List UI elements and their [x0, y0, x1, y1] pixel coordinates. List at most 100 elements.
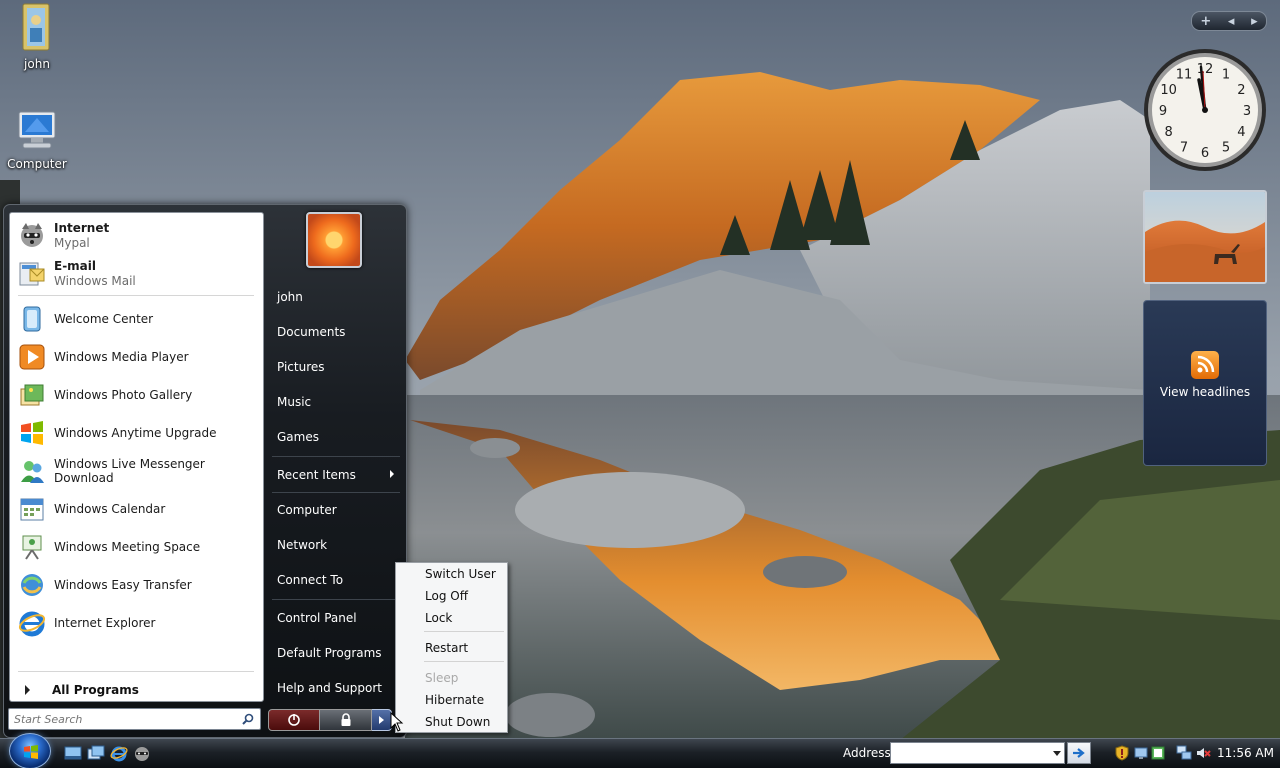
right-item-pictures[interactable]: Pictures	[270, 352, 400, 382]
menu-item-switch-user[interactable]: Switch User	[399, 563, 504, 585]
tray-monitor-icon[interactable]	[1134, 745, 1150, 761]
pinned-email[interactable]: E-mail Windows Mail	[13, 255, 260, 291]
program-label: Windows Live Messenger Download	[54, 457, 205, 485]
feed-headlines-gadget[interactable]: View headlines	[1143, 300, 1267, 466]
right-item-default-programs[interactable]: Default Programs	[270, 638, 400, 668]
program-windows-easy-transfer[interactable]: Windows Easy Transfer	[13, 567, 260, 603]
programs-separator	[18, 671, 254, 672]
clock-numeral: 2	[1237, 83, 1245, 98]
power-options-menu: Switch User Log Off Lock Restart Sleep H…	[395, 562, 508, 733]
lock-icon	[341, 713, 350, 726]
pinned-internet[interactable]: Internet Mypal	[13, 217, 260, 253]
clock-numeral: 4	[1237, 125, 1245, 140]
right-item-help-and-support[interactable]: Help and Support	[270, 673, 400, 703]
mail-icon	[18, 259, 46, 287]
start-button[interactable]	[9, 733, 51, 768]
clock-numeral: 11	[1176, 68, 1193, 83]
start-search-input[interactable]	[9, 709, 229, 729]
raccoon-browser-icon[interactable]	[133, 744, 151, 762]
clock-numeral: 10	[1160, 83, 1177, 98]
program-label: Internet Explorer	[54, 616, 156, 630]
internet-explorer-icon[interactable]	[110, 744, 128, 762]
calendar-icon	[18, 495, 46, 523]
power-options-arrow-button[interactable]	[372, 709, 392, 731]
desktop-icon-computer[interactable]: Computer	[0, 110, 74, 171]
clock-gadget[interactable]: 12 1 2 3 4 5 6 7 8 9 10 11	[1142, 47, 1268, 173]
clock-numeral: 8	[1164, 125, 1172, 140]
messenger-icon	[18, 457, 46, 485]
dropdown-arrow-icon[interactable]	[1053, 751, 1061, 756]
computer-icon	[0, 110, 74, 155]
recent-items-label: Recent Items	[277, 468, 356, 482]
right-item-user-folder[interactable]: john	[270, 282, 400, 312]
slideshow-gadget[interactable]	[1143, 190, 1267, 284]
media-player-icon	[18, 343, 46, 371]
program-windows-meeting-space[interactable]: Windows Meeting Space	[13, 529, 260, 565]
pinned-separator	[18, 295, 254, 296]
desktop-icon-user-folder[interactable]: john	[0, 2, 74, 71]
clock-numeral: 7	[1180, 140, 1188, 155]
right-item-computer[interactable]: Computer	[270, 495, 400, 525]
volume-muted-icon[interactable]	[1195, 745, 1211, 761]
add-gadget-button[interactable]: +	[1200, 14, 1211, 29]
right-item-documents[interactable]: Documents	[270, 317, 400, 347]
show-desktop-icon[interactable]	[64, 744, 82, 762]
program-label: Windows Anytime Upgrade	[54, 426, 217, 440]
menu-item-shut-down[interactable]: Shut Down	[399, 711, 504, 733]
program-windows-photo-gallery[interactable]: Windows Photo Gallery	[13, 377, 260, 413]
all-programs-button[interactable]: All Programs	[18, 680, 256, 700]
right-pane-separator	[272, 456, 400, 457]
security-shield-icon[interactable]	[1114, 745, 1130, 761]
search-icon[interactable]	[242, 713, 254, 728]
program-windows-anytime-upgrade[interactable]: Windows Anytime Upgrade	[13, 415, 260, 451]
clock-numeral: 9	[1159, 104, 1167, 119]
pinned-title: E-mail	[54, 258, 97, 273]
clock-numeral: 12	[1197, 62, 1214, 77]
program-welcome-center[interactable]: Welcome Center	[13, 301, 260, 337]
next-gadget-button[interactable]: ▸	[1251, 14, 1258, 29]
user-account-picture[interactable]	[306, 212, 362, 268]
start-search-box[interactable]	[8, 708, 261, 730]
right-item-music[interactable]: Music	[270, 387, 400, 417]
menu-separator	[424, 661, 504, 662]
view-headlines-label[interactable]: View headlines	[1144, 385, 1266, 399]
internet-explorer-icon	[18, 609, 46, 637]
menu-item-hibernate[interactable]: Hibernate	[399, 689, 504, 711]
clock-numeral: 6	[1201, 146, 1209, 161]
right-item-connect-to[interactable]: Connect To	[270, 565, 400, 595]
program-internet-explorer[interactable]: Internet Explorer	[13, 605, 260, 641]
right-item-recent-items[interactable]: Recent Items	[270, 460, 400, 490]
address-toolbar-label: Address	[843, 746, 891, 760]
power-icon	[288, 714, 300, 726]
user-folder-icon	[0, 2, 74, 55]
tray-update-icon[interactable]	[1150, 745, 1166, 761]
menu-separator	[424, 631, 504, 632]
meeting-space-icon	[18, 533, 46, 561]
pinned-subtitle: Mypal	[54, 235, 90, 250]
menu-item-sleep: Sleep	[425, 671, 459, 685]
program-windows-media-player[interactable]: Windows Media Player	[13, 339, 260, 375]
address-input[interactable]	[891, 743, 1046, 763]
taskbar-clock[interactable]: 11:56 AM	[1217, 746, 1274, 760]
menu-item-restart[interactable]: Restart	[399, 637, 504, 659]
menu-item-log-off[interactable]: Log Off	[399, 585, 504, 607]
power-button[interactable]	[268, 709, 320, 731]
network-icon[interactable]	[1176, 745, 1192, 761]
easy-transfer-icon	[18, 571, 46, 599]
start-menu-programs-pane: Internet Mypal E-mail Windows Mail Welcome…	[9, 212, 264, 702]
program-windows-calendar[interactable]: Windows Calendar	[13, 491, 260, 527]
program-windows-live-messenger-download[interactable]: Windows Live Messenger Download	[13, 453, 260, 489]
chevron-right-icon	[379, 716, 384, 724]
right-item-games[interactable]: Games	[270, 422, 400, 452]
lock-button[interactable]	[320, 709, 372, 731]
switch-windows-icon[interactable]	[87, 744, 105, 762]
program-label: Windows Photo Gallery	[54, 388, 193, 402]
right-item-control-panel[interactable]: Control Panel	[270, 603, 400, 633]
pinned-subtitle: Windows Mail	[54, 273, 136, 288]
menu-item-lock[interactable]: Lock	[399, 607, 504, 629]
previous-gadget-button[interactable]: ◂	[1228, 14, 1235, 29]
right-item-network[interactable]: Network	[270, 530, 400, 560]
program-label: Windows Media Player	[54, 350, 189, 364]
address-toolbar-box[interactable]	[890, 742, 1065, 764]
address-go-button[interactable]	[1067, 742, 1091, 764]
